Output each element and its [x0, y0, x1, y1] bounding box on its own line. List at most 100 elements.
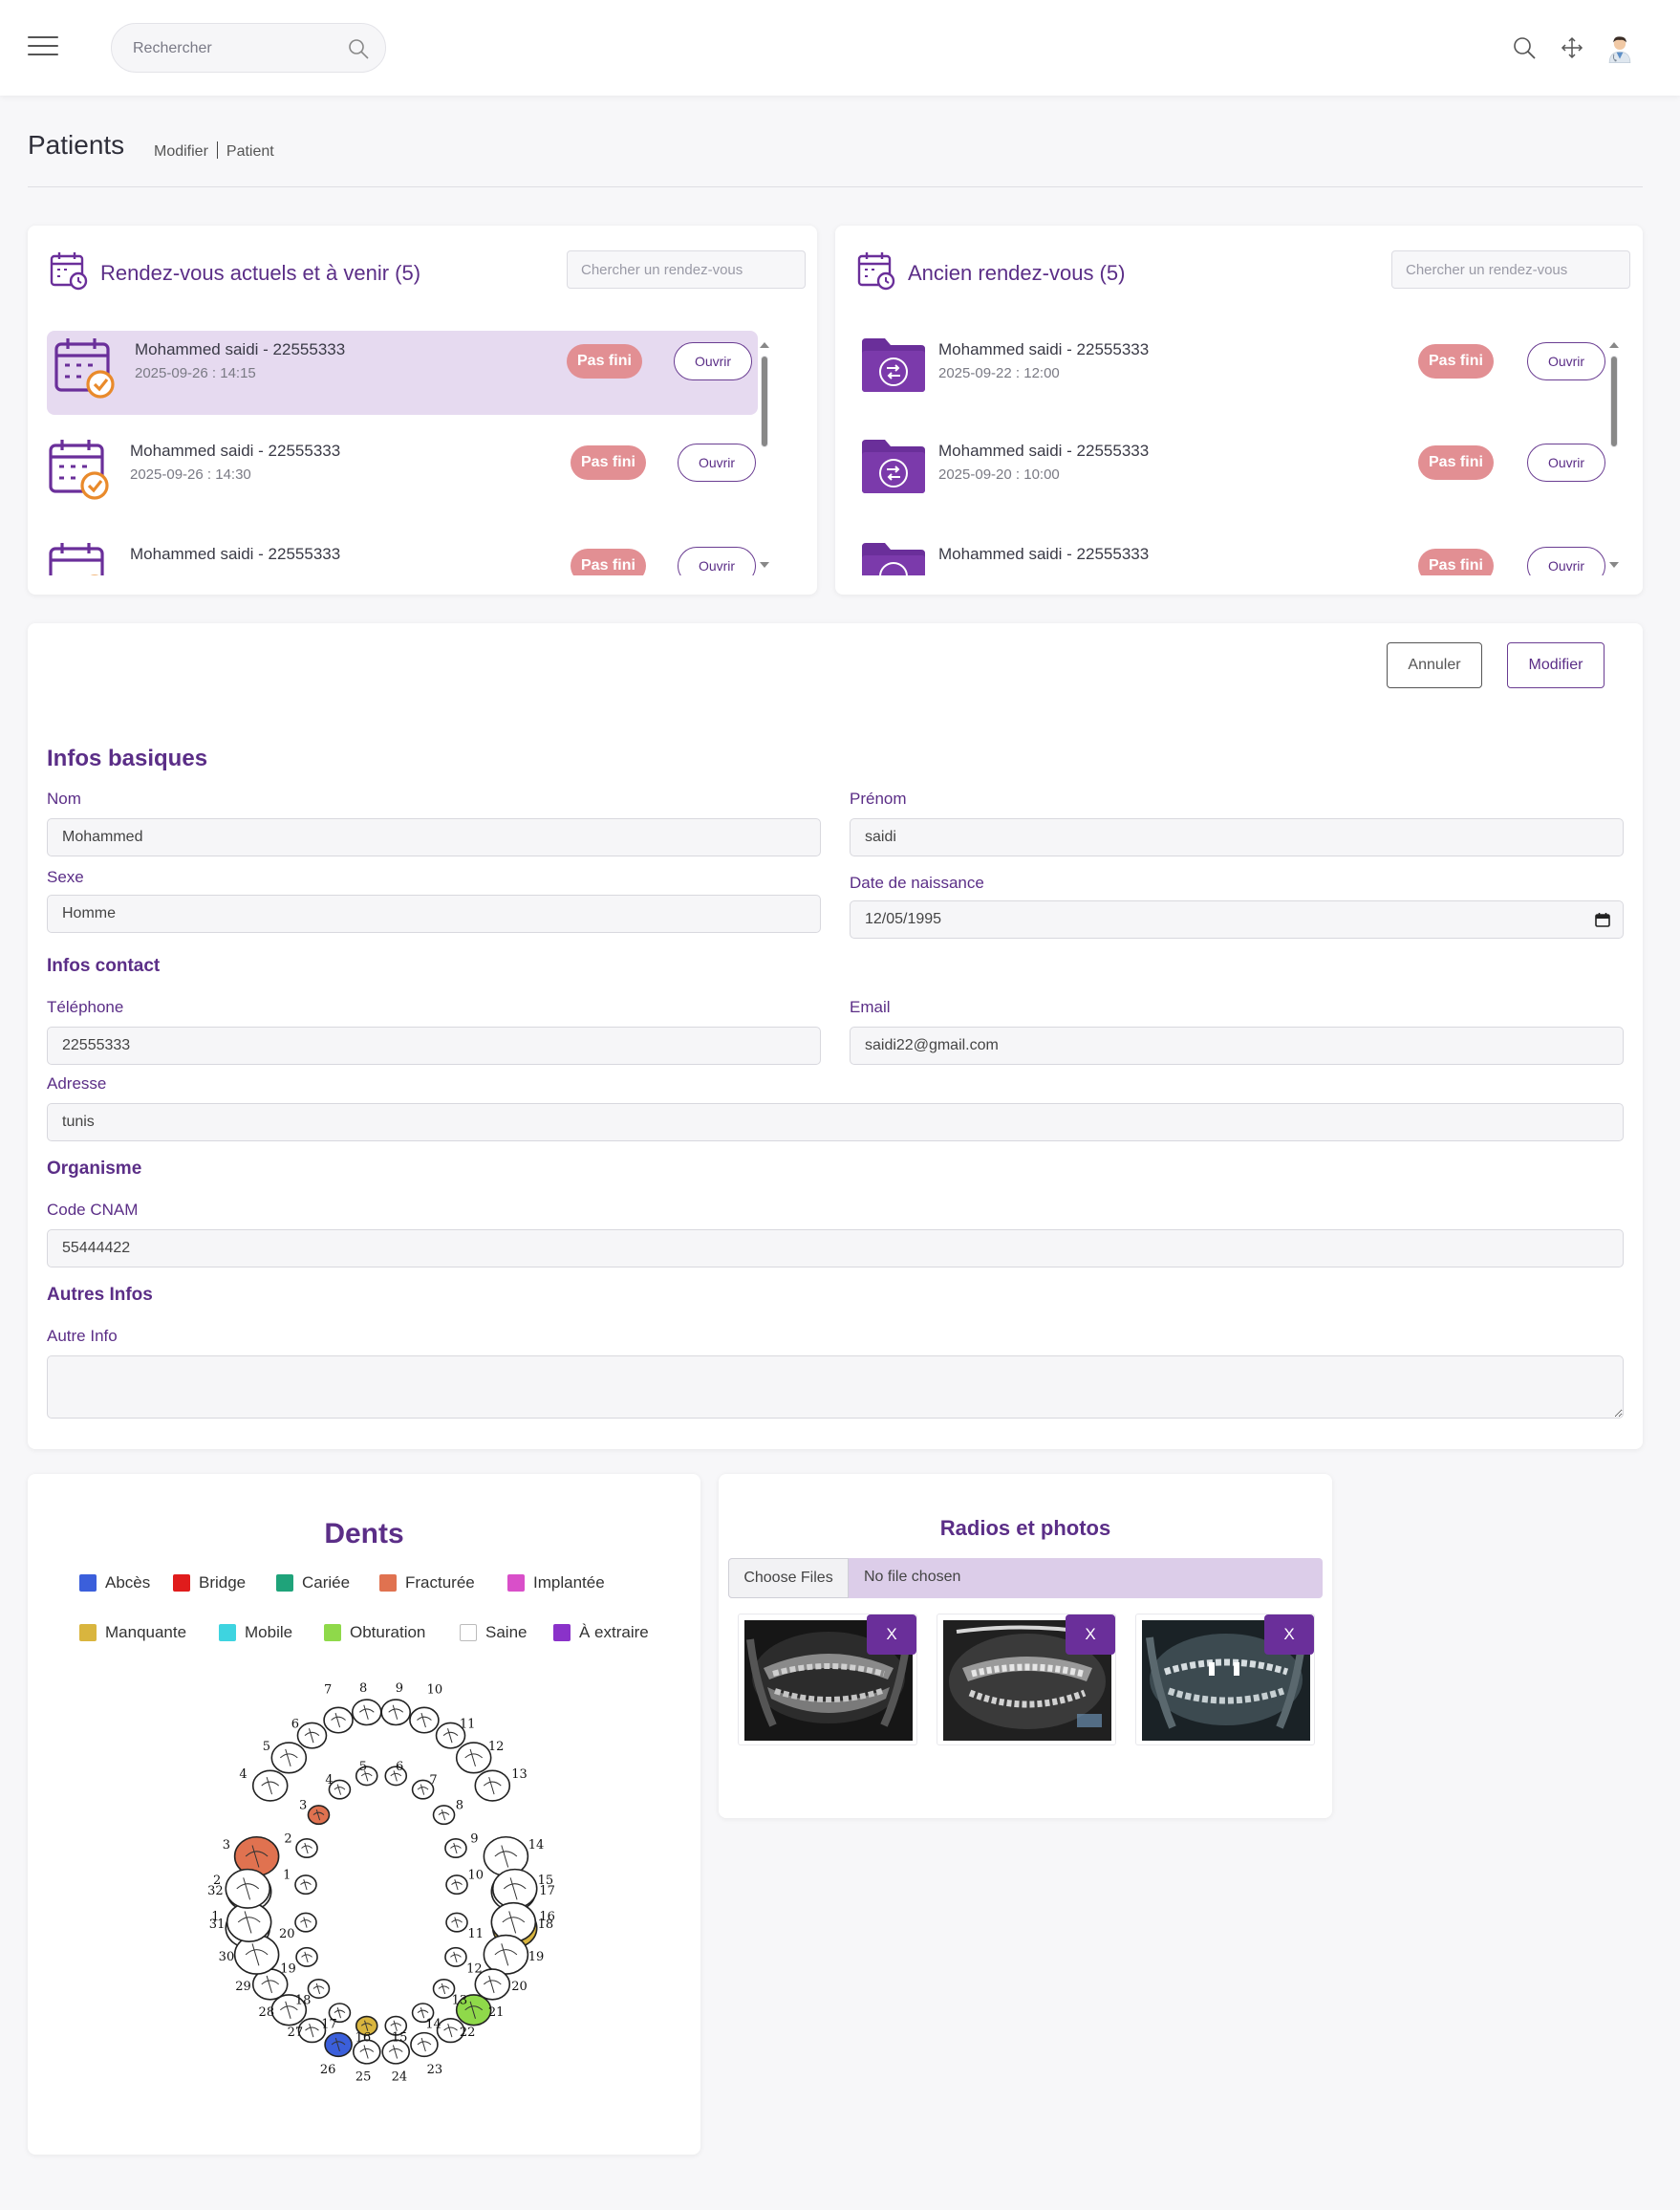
- xray-thumbnail[interactable]: X: [1135, 1614, 1315, 1745]
- legend-swatch: [276, 1574, 293, 1592]
- tooth[interactable]: [380, 1699, 412, 1726]
- xray-thumbnail[interactable]: X: [937, 1614, 1116, 1745]
- past-appointments-title: Ancien rendez-vous (5): [908, 260, 1126, 285]
- tooth[interactable]: [409, 1706, 440, 1734]
- tooth-number: 4: [325, 1773, 333, 1788]
- cnam-label: Code CNAM: [47, 1201, 139, 1219]
- list-item[interactable]: Mohammed saidi - 22555333 Pas fini Ouvri…: [854, 535, 1609, 575]
- xray-thumbnail[interactable]: X: [738, 1614, 917, 1745]
- child-tooth[interactable]: [445, 1912, 468, 1933]
- other-info-field[interactable]: [47, 1355, 1624, 1419]
- child-tooth[interactable]: [444, 1838, 467, 1858]
- list-item[interactable]: Mohammed saidi - 22555333 2025-09-22 : 1…: [854, 331, 1609, 415]
- tooth[interactable]: [270, 1742, 308, 1774]
- tooth-number: 18: [295, 1993, 312, 2007]
- legend-item[interactable]: Saine: [460, 1623, 527, 1642]
- list-item[interactable]: Mohammed saidi - 22555333 2025-09-20 : 1…: [854, 432, 1609, 516]
- child-tooth[interactable]: [295, 1838, 318, 1858]
- legend-item[interactable]: À extraire: [553, 1623, 649, 1642]
- fullscreen-icon[interactable]: [1558, 33, 1586, 62]
- open-appointment-button[interactable]: Ouvrir: [678, 444, 756, 482]
- open-appointment-button[interactable]: Ouvrir: [678, 547, 756, 575]
- child-tooth[interactable]: [445, 1874, 468, 1896]
- tooth[interactable]: [251, 1769, 289, 1802]
- adresse-field[interactable]: [47, 1103, 1624, 1141]
- child-tooth[interactable]: [432, 1805, 456, 1826]
- telephone-field[interactable]: [47, 1027, 821, 1065]
- nom-field[interactable]: [47, 818, 821, 856]
- cancel-button[interactable]: Annuler: [1387, 642, 1482, 688]
- save-button[interactable]: Modifier: [1507, 642, 1605, 688]
- tooth[interactable]: [351, 1699, 382, 1726]
- search-icon[interactable]: [1510, 33, 1539, 62]
- legend-item[interactable]: Mobile: [219, 1623, 292, 1642]
- child-tooth[interactable]: [294, 1912, 317, 1933]
- open-appointment-button[interactable]: Ouvrir: [1527, 444, 1605, 482]
- contact-info-title: Infos contact: [47, 956, 161, 976]
- tooth[interactable]: [483, 1934, 529, 1975]
- open-appointment-button[interactable]: Ouvrir: [1527, 547, 1605, 575]
- calendar-icon[interactable]: [1595, 912, 1610, 932]
- tooth-number: 24: [392, 2070, 408, 2085]
- email-field[interactable]: [850, 1027, 1624, 1065]
- teeth-card: Dents Abcès Bridge Cariée Fracturée Impl…: [28, 1474, 700, 2155]
- file-upload[interactable]: Choose Files No file chosen: [728, 1558, 1323, 1598]
- dob-field[interactable]: [850, 900, 1624, 939]
- prenom-label: Prénom: [850, 790, 907, 808]
- past-appointments-search[interactable]: [1391, 250, 1630, 289]
- tooth[interactable]: [225, 1868, 271, 1909]
- legend-item[interactable]: Bridge: [173, 1573, 246, 1592]
- dob-input[interactable]: [850, 900, 1624, 939]
- list-item[interactable]: Mohammed saidi - 22555333 2025-09-26 : 1…: [47, 432, 758, 516]
- cnam-field[interactable]: [47, 1229, 1624, 1268]
- doctor-avatar[interactable]: [1605, 33, 1634, 64]
- legend-item[interactable]: Obturation: [324, 1623, 425, 1642]
- prenom-field[interactable]: [850, 818, 1624, 856]
- top-bar: [0, 0, 1680, 96]
- legend-item[interactable]: Abcès: [79, 1573, 150, 1592]
- past-appointments-scrollbar[interactable]: [1609, 342, 1619, 568]
- tooth[interactable]: [324, 2031, 353, 2058]
- current-appointments-list[interactable]: Mohammed saidi - 22555333 2025-09-26 : 1…: [28, 331, 817, 575]
- tooth[interactable]: [323, 1706, 354, 1734]
- child-tooth[interactable]: [307, 1979, 331, 1999]
- remove-image-button[interactable]: X: [1066, 1614, 1115, 1655]
- global-search-input[interactable]: [131, 37, 332, 60]
- legend-item[interactable]: Fracturée: [379, 1573, 475, 1592]
- remove-image-button[interactable]: X: [1264, 1614, 1314, 1655]
- tooth-number: 19: [280, 1961, 296, 1976]
- list-item[interactable]: Mohammed saidi - 22555333 2025-09-26 : 1…: [47, 331, 758, 415]
- remove-image-button[interactable]: X: [867, 1614, 916, 1655]
- tooth[interactable]: [296, 1722, 328, 1749]
- legend-swatch: [379, 1574, 397, 1592]
- choose-files-button[interactable]: Choose Files: [728, 1558, 849, 1598]
- tooth-number: 13: [452, 1993, 468, 2007]
- current-appointments-scrollbar[interactable]: [760, 342, 769, 568]
- open-appointment-button[interactable]: Ouvrir: [1527, 342, 1605, 380]
- child-tooth[interactable]: [307, 1805, 331, 1826]
- tooth[interactable]: [455, 1742, 492, 1774]
- search-icon[interactable]: [347, 37, 370, 65]
- sexe-field[interactable]: [47, 895, 821, 933]
- list-item[interactable]: Mohammed saidi - 22555333 Pas fini Ouvri…: [47, 535, 758, 575]
- breadcrumb-item-patient[interactable]: Patient: [226, 143, 274, 160]
- tooth-number: 28: [259, 2005, 275, 2020]
- legend-item[interactable]: Implantée: [507, 1573, 605, 1592]
- child-tooth[interactable]: [444, 1946, 467, 1967]
- tooth[interactable]: [474, 1769, 511, 1802]
- legend-item[interactable]: Manquante: [79, 1623, 186, 1642]
- adresse-label: Adresse: [47, 1074, 107, 1093]
- calendar-clock-icon: [856, 250, 896, 295]
- current-appointments-search[interactable]: [567, 250, 806, 289]
- breadcrumb-item-modifier[interactable]: Modifier: [154, 143, 208, 160]
- child-tooth[interactable]: [295, 1946, 318, 1967]
- tooth-number: 17: [321, 2018, 337, 2032]
- other-info-title: Autres Infos: [47, 1285, 153, 1305]
- past-appointments-list[interactable]: Mohammed saidi - 22555333 2025-09-22 : 1…: [835, 331, 1643, 575]
- child-tooth[interactable]: [294, 1874, 317, 1896]
- legend-item[interactable]: Cariée: [276, 1573, 350, 1592]
- open-appointment-button[interactable]: Ouvrir: [674, 342, 752, 380]
- tooth[interactable]: [410, 2031, 439, 2058]
- dental-chart[interactable]: 1234567 8 9 1011121314151617181920212223242…: [200, 1679, 563, 2114]
- menu-icon[interactable]: [28, 36, 58, 57]
